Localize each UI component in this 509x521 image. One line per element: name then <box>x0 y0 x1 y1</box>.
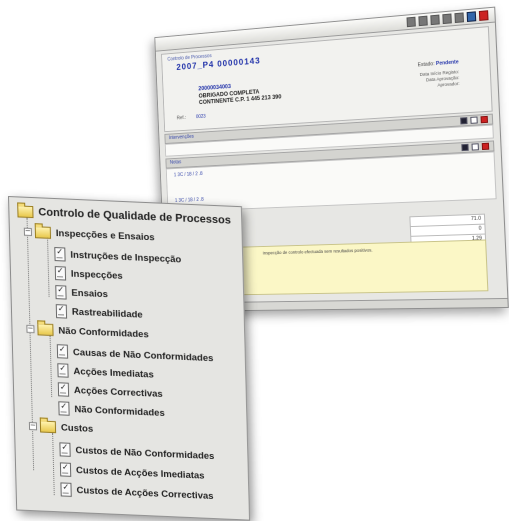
close-icon[interactable] <box>481 116 489 123</box>
tree-item-label: Instruções de Inspecção <box>70 249 181 265</box>
folder-icon <box>17 205 33 218</box>
minimize-icon[interactable] <box>472 143 479 150</box>
status-value[interactable]: Pendente <box>436 59 459 67</box>
tree-item[interactable]: Rastreabilidade <box>56 304 143 322</box>
tree-root[interactable]: Controlo de Qualidade de Processos <box>17 205 231 226</box>
tree-item[interactable]: Ensaios <box>55 285 108 301</box>
edit-icon[interactable] <box>461 144 468 151</box>
tree-item-label: Custos de Acções Correctivas <box>76 485 213 502</box>
document-check-icon <box>55 266 66 281</box>
tree-item[interactable]: Custos de Não Conformidades <box>59 442 214 463</box>
tree-connector <box>52 433 55 495</box>
tree-connector <box>47 237 50 297</box>
tree-group-inspections[interactable]: − Inspecções e Ensaios <box>24 226 155 244</box>
collapse-icon[interactable]: − <box>29 422 37 430</box>
tree-item-label: Custos de Acções Imediatas <box>76 465 205 482</box>
toolbar-icon[interactable] <box>418 16 427 27</box>
edit-icon[interactable] <box>460 117 467 124</box>
tree-connector <box>50 335 53 397</box>
tree-root-label: Controlo de Qualidade de Processos <box>38 206 231 226</box>
document-check-icon <box>58 382 69 397</box>
document-check-icon <box>60 482 71 497</box>
reference-label: Ref.: <box>177 115 186 121</box>
tree-item[interactable]: Custos de Acções Correctivas <box>60 482 213 503</box>
tree-group-costs[interactable]: − Custos <box>29 420 93 435</box>
tree-item-label: Acções Correctivas <box>74 384 163 399</box>
document-check-icon <box>54 247 65 262</box>
tree-item-label: Causas de Não Conformidades <box>73 346 214 363</box>
document-check-icon <box>55 285 66 300</box>
tree-item-label: Rastreabilidade <box>72 306 143 320</box>
tree-group-nonconformities[interactable]: − Não Conformidades <box>26 323 149 340</box>
notes-text: Inspecção de controlo efectuada sem resu… <box>263 248 373 256</box>
toolbar-icon[interactable] <box>467 11 477 22</box>
tree-item-label: Não Conformidades <box>74 403 165 418</box>
tree-item[interactable]: Inspecções <box>55 266 123 283</box>
tree-group-label: Inspecções e Ensaios <box>56 228 155 243</box>
date-fields: Data Início Registo: Data Aprovação: Apr… <box>380 69 460 92</box>
tree-item-label: Inspecções <box>71 268 123 281</box>
tree-item[interactable]: Acções Correctivas <box>58 382 163 401</box>
toolbar-icon[interactable] <box>407 17 416 28</box>
document-check-icon <box>58 401 69 416</box>
document-check-icon <box>56 304 67 319</box>
reference-value[interactable]: 0023 <box>196 114 206 120</box>
reference-field: Ref.: 0023 <box>177 114 206 121</box>
toolbar-icon[interactable] <box>442 13 452 24</box>
collapse-icon[interactable]: − <box>24 228 32 236</box>
folder-icon <box>35 226 51 239</box>
document-check-icon <box>59 442 70 457</box>
notes-textarea[interactable]: Inspecção de controlo efectuada sem resu… <box>234 239 488 295</box>
document-check-icon <box>57 344 68 359</box>
toolbar-icon[interactable] <box>454 12 464 23</box>
tree-item[interactable]: Acções Imediatas <box>57 363 154 381</box>
toolbar-icon[interactable] <box>430 15 439 26</box>
status-label: Estado <box>418 61 434 68</box>
tree-group-label: Custos <box>61 422 93 434</box>
section-title: Notas <box>170 160 182 166</box>
tree-item-label: Ensaios <box>71 287 108 300</box>
navigation-tree-panel: Controlo de Qualidade de Processos − Ins… <box>8 196 250 521</box>
section-title: Intervenções <box>169 134 194 141</box>
status-field: Estado: Pendente <box>418 59 459 68</box>
close-icon[interactable] <box>479 10 489 21</box>
folder-icon <box>40 420 56 433</box>
tree-item[interactable]: Instruções de Inspecção <box>54 247 181 267</box>
tree-group-label: Não Conformidades <box>58 325 149 340</box>
note-line: 1 3C / 18 / 2 .8 <box>174 171 203 178</box>
minimize-icon[interactable] <box>470 117 477 124</box>
tree-item[interactable]: Não Conformidades <box>58 401 165 420</box>
tree-item-label: Acções Imediatas <box>73 365 154 380</box>
document-check-icon <box>60 462 71 477</box>
document-check-icon <box>57 363 68 378</box>
tree-item-label: Custos de Não Conformidades <box>75 445 214 462</box>
close-icon[interactable] <box>482 143 490 150</box>
collapse-icon[interactable]: − <box>26 325 34 333</box>
tree-connector <box>27 218 35 470</box>
tree-item[interactable]: Causas de Não Conformidades <box>57 344 214 365</box>
tree-item[interactable]: Custos de Acções Imediatas <box>60 462 205 482</box>
folder-icon <box>37 323 53 336</box>
